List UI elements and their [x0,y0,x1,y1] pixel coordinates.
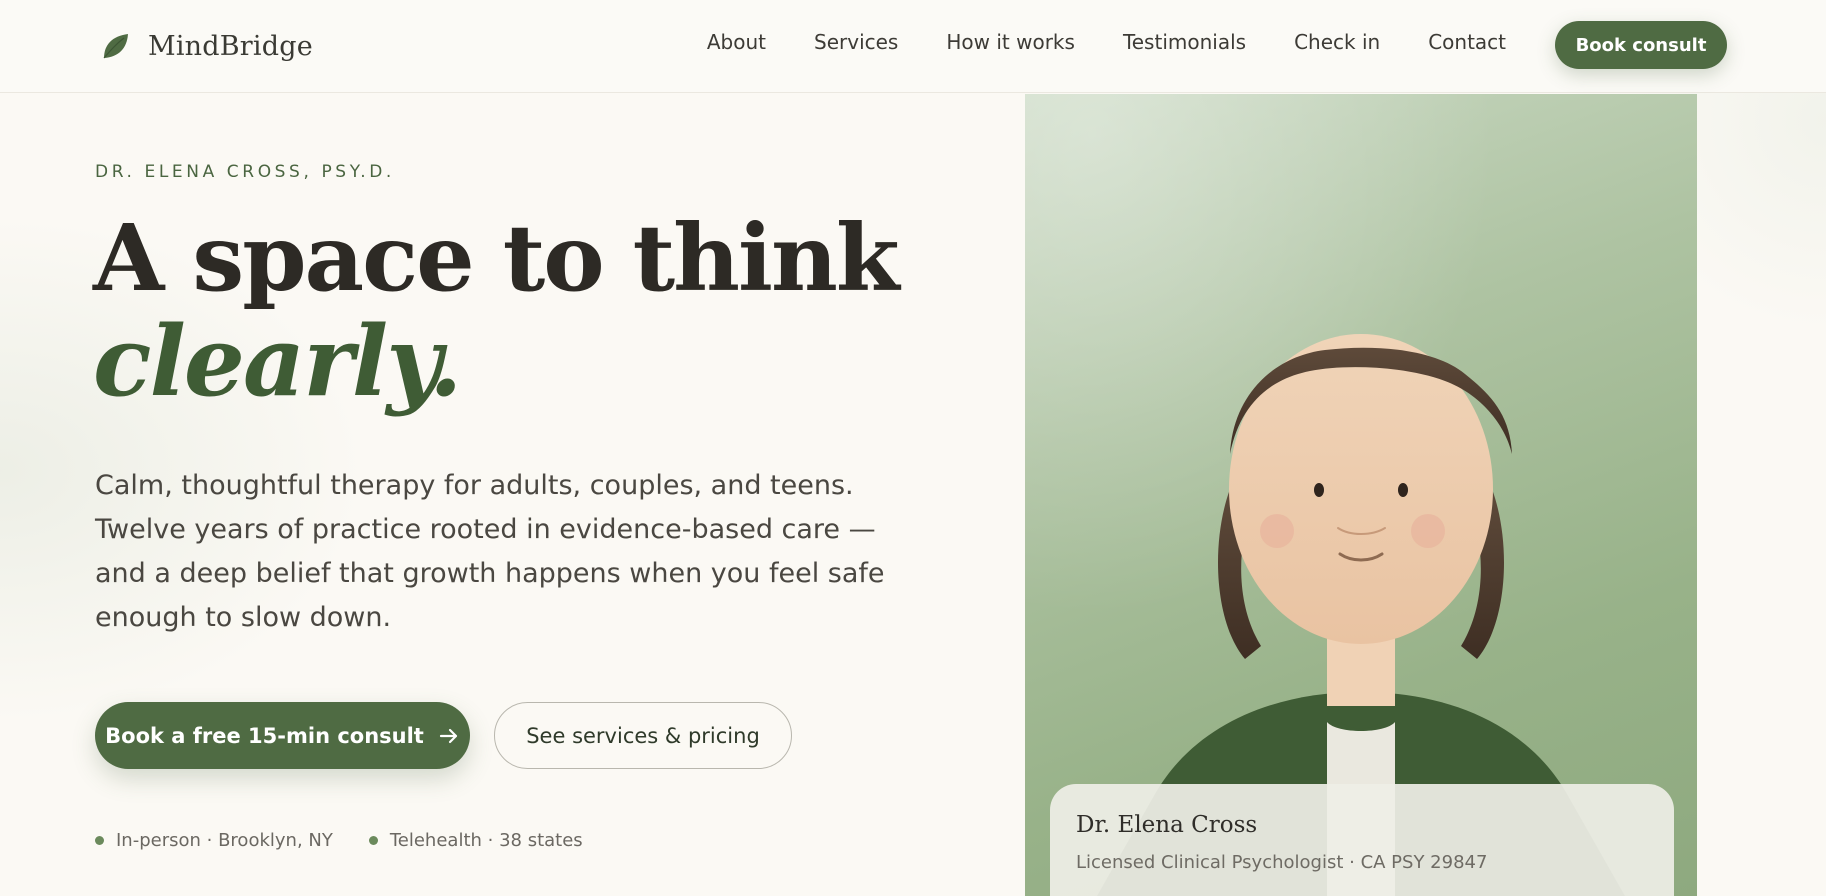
therapist-credentials: Licensed Clinical Psychologist · CA PSY … [1076,852,1488,873]
nav-link-how-it-works[interactable]: How it works [946,30,1075,54]
portrait-name-card: Dr. Elena Cross Licensed Clinical Psycho… [1050,784,1674,896]
nav-links: About Services How it works Testimonials… [707,30,1506,54]
badge-in-person-label: In-person · Brooklyn, NY [116,830,333,851]
nav-link-contact[interactable]: Contact [1428,30,1506,54]
portrait-panel: Dr. Elena Cross Licensed Clinical Psycho… [1025,94,1697,896]
status-dot-icon [368,836,378,845]
book-free-consult-button[interactable]: Book a free 15-min consult [95,702,470,769]
arrow-right-icon [439,728,457,743]
hero-eyebrow: DR. ELENA CROSS, PSY.D. [95,162,395,182]
headline-line-2: clearly. [93,305,462,418]
badge-telehealth-label: Telehealth · 38 states [389,830,583,851]
hero-headline: A space to think clearly. [93,204,900,418]
nav-link-testimonials[interactable]: Testimonials [1123,30,1246,54]
book-free-consult-label: Book a free 15-min consult [105,723,424,748]
nav-link-check-in[interactable]: Check in [1294,30,1380,54]
badge-telehealth: Telehealth · 38 states [368,830,583,851]
top-navigation: MindBridge About Services How it works T… [0,0,1826,93]
headline-line-1: A space to think [93,204,900,312]
illustrated-portrait [1025,94,1697,896]
therapist-name: Dr. Elena Cross [1076,812,1258,838]
nav-link-about[interactable]: About [707,30,766,54]
brand-logo[interactable]: MindBridge [100,26,313,66]
brand-name: MindBridge [148,30,313,62]
location-badges: In-person · Brooklyn, NY Telehealth · 38… [95,830,583,851]
hero-description: Calm, thoughtful therapy for adults, cou… [95,470,885,633]
status-dot-icon [95,836,104,845]
badge-in-person: In-person · Brooklyn, NY [95,830,333,851]
book-consult-button[interactable]: Book consult [1555,21,1727,69]
nav-link-services[interactable]: Services [814,30,898,54]
see-services-pricing-button[interactable]: See services & pricing [494,702,792,769]
leaf-icon [103,34,128,59]
